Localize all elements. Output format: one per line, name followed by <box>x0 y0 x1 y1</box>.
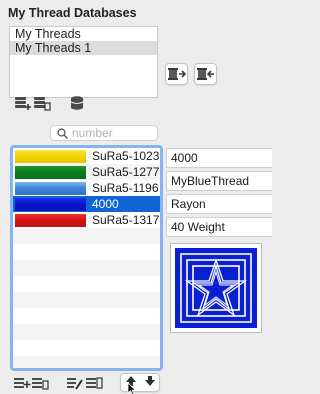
thread-row-label: SuRa5-1023 <box>92 149 160 163</box>
move-buttons <box>120 373 160 392</box>
thread-row[interactable]: SuRa5-1277 <box>13 164 160 180</box>
remove-database-button[interactable] <box>33 95 51 111</box>
search-placeholder: number <box>72 126 113 140</box>
thread-weight-field[interactable]: 40 Weight <box>166 217 272 237</box>
database-item-selected[interactable]: My Threads 1 <box>10 41 157 55</box>
spool-arrow-left-icon <box>196 68 214 80</box>
thread-row-label: SuRa5-1196 <box>92 181 159 195</box>
thread-row[interactable]: SuRa5-1023 <box>13 148 160 164</box>
panel-title: My Thread Databases <box>8 6 137 20</box>
thread-color-swatch <box>15 197 86 211</box>
thread-preview <box>170 243 262 333</box>
move-spool-right-button[interactable] <box>165 63 188 85</box>
mouse-cursor <box>127 383 137 394</box>
move-down-icon <box>144 376 155 386</box>
sort-list-icon <box>86 377 103 389</box>
thread-name-field[interactable]: MyBlueThread <box>166 171 272 191</box>
add-thread-button[interactable] <box>13 375 31 391</box>
empty-row <box>13 276 160 292</box>
empty-row <box>13 324 160 340</box>
edit-thread-button[interactable] <box>66 375 84 391</box>
move-down-button[interactable] <box>144 375 156 390</box>
empty-row <box>13 244 160 260</box>
remove-thread-button[interactable] <box>31 375 49 391</box>
add-thread-icon <box>14 378 31 388</box>
thread-row[interactable]: SuRa5-1317 <box>13 212 160 228</box>
remove-thread-icon <box>32 378 49 390</box>
remove-database-icon <box>34 97 51 111</box>
empty-row <box>13 356 160 368</box>
thread-row-selected[interactable]: 4000 <box>13 196 160 212</box>
thread-number-field[interactable]: 4000 <box>166 148 272 168</box>
move-spool-left-button[interactable] <box>194 63 217 85</box>
add-database-button[interactable] <box>14 95 32 111</box>
empty-row <box>13 228 160 244</box>
thread-color-swatch <box>15 213 86 227</box>
thread-color-swatch <box>15 149 86 163</box>
thread-row-label: SuRa5-1317 <box>92 213 160 227</box>
database-icon <box>70 96 84 110</box>
spool-arrow-right-icon <box>167 68 186 80</box>
empty-row <box>13 260 160 276</box>
thread-row-label: 4000 <box>92 197 119 211</box>
thread-row-label: SuRa5-1277 <box>92 165 160 179</box>
edit-thread-icon <box>67 378 83 390</box>
star-icon <box>175 248 257 328</box>
thread-rows: SuRa5-1023 SuRa5-1277 SuRa5-1196 4000 SuRa5-… <box>13 148 160 368</box>
database-info-button[interactable] <box>68 95 86 111</box>
empty-row <box>13 292 160 308</box>
database-list[interactable]: My Threads My Threads 1 <box>9 26 158 98</box>
thread-material-field[interactable]: Rayon <box>166 194 272 214</box>
thread-color-swatch <box>15 165 86 179</box>
thread-list[interactable]: SuRa5-1023 SuRa5-1277 SuRa5-1196 4000 SuRa5-… <box>10 145 163 371</box>
empty-row <box>13 308 160 324</box>
empty-row <box>13 340 160 356</box>
search-field[interactable]: number <box>50 125 158 141</box>
sort-list-button[interactable] <box>85 375 103 391</box>
search-icon <box>57 127 68 139</box>
thread-row[interactable]: SuRa5-1196 <box>13 180 160 196</box>
add-database-icon <box>15 97 31 110</box>
database-item[interactable]: My Threads <box>10 27 157 41</box>
thread-color-swatch <box>15 181 86 195</box>
